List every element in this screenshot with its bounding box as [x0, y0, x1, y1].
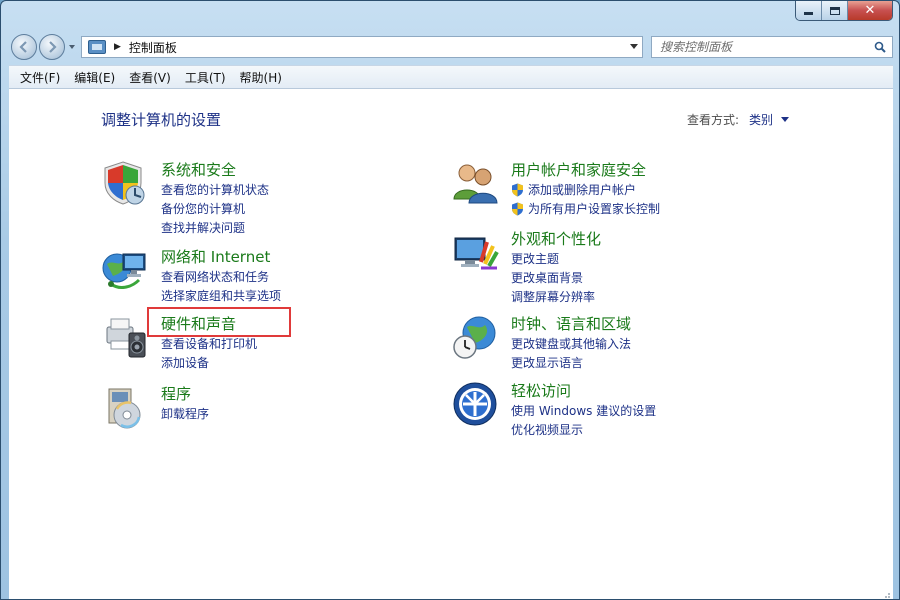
appearance-icon[interactable] [451, 228, 499, 276]
menu-tools[interactable]: 工具(T) [180, 67, 231, 88]
task-link[interactable]: 备份您的计算机 [161, 199, 269, 218]
view-by-dropdown[interactable]: 类别 [749, 111, 773, 128]
task-link-text[interactable]: 添加或删除用户帐户 [528, 181, 636, 198]
task-link[interactable]: 调整屏幕分辨率 [511, 287, 595, 306]
content-area: 调整计算机的设置 查看方式: 类别 系统和安全 查看您的计算机状态 备份您的计算… [9, 89, 893, 599]
resize-grip-icon[interactable] [881, 589, 891, 599]
category-title[interactable]: 程序 [161, 383, 191, 404]
maximize-button[interactable] [822, 1, 848, 20]
maximize-icon [829, 6, 840, 15]
caption-buttons: ✕ [795, 1, 893, 21]
task-link[interactable]: 优化视频显示 [511, 420, 656, 439]
category-user-accounts: 用户帐户和家庭安全 添加或删除用户帐户 为所有用户设置家长控制 [451, 159, 751, 219]
close-button[interactable]: ✕ [848, 1, 892, 20]
forward-arrow-icon [49, 41, 57, 53]
recent-pages-chevron-down-icon[interactable] [67, 42, 77, 52]
view-by-control: 查看方式: 类别 [687, 111, 789, 128]
clock-language-icon[interactable] [451, 313, 499, 361]
category-links: 卸载程序 [161, 404, 209, 423]
address-bar[interactable]: ▶ 控制面板 [81, 36, 643, 58]
view-by-label: 查看方式: [686, 113, 739, 127]
task-link[interactable]: 添加设备 [161, 353, 257, 372]
forward-button[interactable] [39, 34, 65, 60]
menu-edit[interactable]: 编辑(E) [69, 67, 120, 88]
category-clock-language: 时钟、语言和区域 更改键盘或其他输入法 更改显示语言 [451, 313, 751, 373]
task-link[interactable]: 为所有用户设置家长控制 [511, 199, 660, 218]
user-accounts-icon[interactable] [451, 159, 499, 207]
close-icon: ✕ [864, 3, 876, 18]
category-title[interactable]: 轻松访问 [511, 380, 571, 401]
category-links: 查看设备和打印机 添加设备 [161, 334, 257, 372]
category-title[interactable]: 网络和 Internet [161, 246, 270, 267]
search-box[interactable] [651, 36, 893, 58]
minimize-button[interactable] [796, 1, 822, 20]
task-link-text[interactable]: 为所有用户设置家长控制 [528, 200, 660, 217]
title-bar: ✕ [1, 1, 899, 29]
category-links: 使用 Windows 建议的设置 优化视频显示 [511, 401, 656, 439]
task-link[interactable]: 更改主题 [511, 249, 595, 268]
task-link[interactable]: 添加或删除用户帐户 [511, 180, 660, 199]
category-ease-of-access: 轻松访问 使用 Windows 建议的设置 优化视频显示 [451, 380, 751, 440]
search-icon[interactable] [874, 41, 886, 53]
page-title: 调整计算机的设置 [101, 111, 222, 129]
task-link[interactable]: 查看网络状态和任务 [161, 267, 281, 286]
breadcrumb-control-panel[interactable]: 控制面板 [129, 39, 177, 56]
category-links: 添加或删除用户帐户 为所有用户设置家长控制 [511, 180, 660, 218]
back-button[interactable] [11, 34, 37, 60]
view-by-chevron-down-icon[interactable] [781, 117, 789, 122]
category-appearance: 外观和个性化 更改主题 更改桌面背景 调整屏幕分辨率 [451, 228, 751, 304]
ease-of-access-icon[interactable] [451, 380, 499, 428]
task-link[interactable]: 更改桌面背景 [511, 268, 595, 287]
task-link[interactable]: 查看您的计算机状态 [161, 180, 269, 199]
category-links: 查看您的计算机状态 备份您的计算机 查找并解决问题 [161, 180, 269, 237]
navigation-row: ▶ 控制面板 [9, 33, 893, 61]
category-links: 更改主题 更改桌面背景 调整屏幕分辨率 [511, 249, 595, 306]
menu-file[interactable]: 文件(F) [15, 67, 65, 88]
task-link[interactable]: 卸载程序 [161, 404, 209, 423]
category-system-security: 系统和安全 查看您的计算机状态 备份您的计算机 查找并解决问题 [101, 159, 401, 235]
category-links: 查看网络状态和任务 选择家庭组和共享选项 [161, 267, 281, 305]
network-internet-icon[interactable] [101, 246, 149, 294]
menu-bar: 文件(F) 编辑(E) 查看(V) 工具(T) 帮助(H) [9, 65, 893, 89]
category-title[interactable]: 系统和安全 [161, 159, 236, 180]
search-input[interactable] [660, 40, 870, 54]
task-link[interactable]: 更改键盘或其他输入法 [511, 334, 631, 353]
uac-shield-icon [512, 183, 523, 196]
category-title[interactable]: 用户帐户和家庭安全 [511, 159, 646, 180]
category-network-internet: 网络和 Internet 查看网络状态和任务 选择家庭组和共享选项 [101, 246, 401, 306]
address-dropdown-chevron-down-icon[interactable] [630, 44, 638, 49]
control-panel-window: ✕ ▶ 控制面板 文件(F) 编辑(E) 查看(V) 工具(T) 帮助(H) 调… [0, 0, 900, 600]
category-title[interactable]: 时钟、语言和区域 [511, 313, 631, 334]
task-link[interactable]: 使用 Windows 建议的设置 [511, 401, 656, 420]
hardware-sound-icon[interactable] [101, 313, 149, 361]
category-links: 更改键盘或其他输入法 更改显示语言 [511, 334, 631, 372]
task-link[interactable]: 选择家庭组和共享选项 [161, 286, 281, 305]
category-title[interactable]: 外观和个性化 [511, 228, 601, 249]
menu-view[interactable]: 查看(V) [124, 67, 176, 88]
minimize-icon [804, 12, 813, 15]
control-panel-icon [88, 40, 106, 54]
task-link[interactable]: 更改显示语言 [511, 353, 631, 372]
category-programs: 程序 卸载程序 [101, 383, 401, 433]
programs-icon[interactable] [101, 383, 149, 431]
highlight-annotation-box [147, 307, 291, 337]
system-security-icon[interactable] [101, 159, 149, 207]
menu-help[interactable]: 帮助(H) [235, 67, 287, 88]
uac-shield-icon [512, 202, 523, 215]
back-arrow-icon [19, 41, 27, 53]
breadcrumb-separator[interactable]: ▶ [114, 42, 121, 52]
task-link[interactable]: 查找并解决问题 [161, 218, 269, 237]
